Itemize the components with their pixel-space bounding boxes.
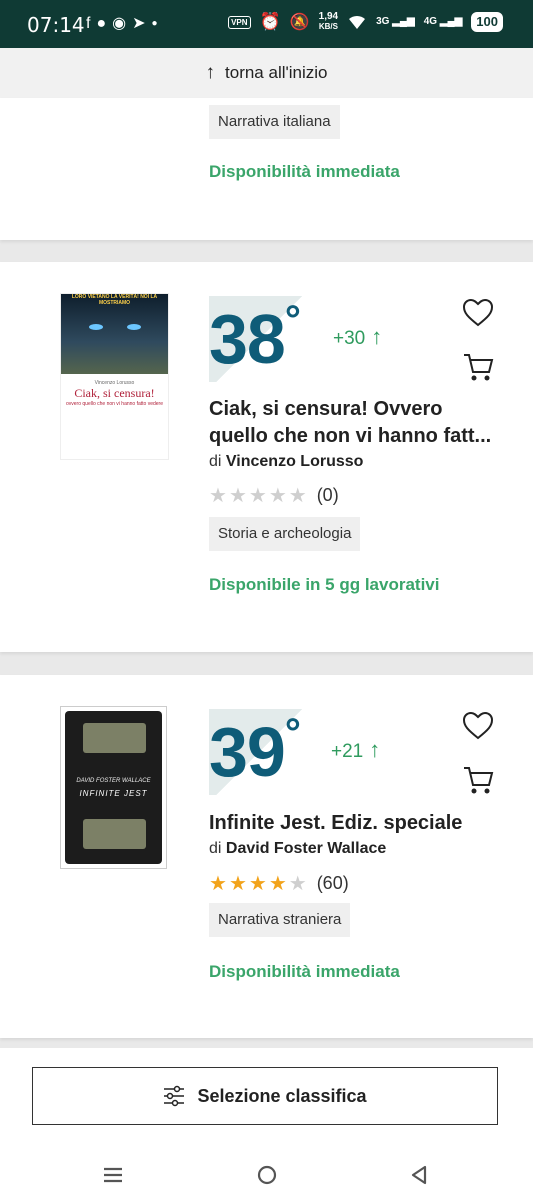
- back-icon[interactable]: [399, 1160, 439, 1190]
- rank-value: 38: [209, 300, 286, 378]
- rank-change: +21 ↑: [331, 737, 380, 763]
- system-nav-bar: [0, 1150, 533, 1200]
- ranking-selection-label: Selezione classifica: [197, 1085, 367, 1106]
- category-tag[interactable]: Storia e archeologia: [209, 517, 361, 551]
- arrow-up-icon: ↑: [369, 737, 381, 762]
- category-tag[interactable]: Narrativa straniera: [209, 903, 351, 937]
- telegram-icon: ➤: [132, 15, 146, 32]
- rank-number: 39°: [209, 709, 301, 795]
- back-to-top-button[interactable]: ↑ torna all'inizio: [0, 48, 533, 99]
- cover-eyes: [127, 324, 141, 330]
- cover-title: Ciak, si censura!: [74, 386, 155, 400]
- category-tag[interactable]: Narrativa italiana: [209, 105, 340, 139]
- rank-change-value: +21: [331, 741, 364, 762]
- author-prefix: di: [209, 840, 222, 857]
- rank-number: 38°: [209, 296, 301, 382]
- signal-4g: 4G ▂▄▆: [423, 16, 463, 27]
- author-name: Vincenzo Lorusso: [225, 453, 364, 470]
- book-cover[interactable]: DAVID FOSTER WALLACE INFINITE JEST: [60, 706, 167, 869]
- cover-author: DAVID FOSTER WALLACE: [76, 778, 151, 784]
- author-prefix: di: [209, 453, 222, 470]
- messenger-chat-icon: ●: [96, 15, 107, 32]
- star-icon: ★: [268, 872, 287, 895]
- cover-eyes: [89, 324, 103, 330]
- availability-label: Disponibile in 5 gg lavorativi: [209, 575, 440, 594]
- ranking-selection-button[interactable]: Selezione classifica: [32, 1067, 498, 1125]
- mute-icon: 🔕: [289, 14, 310, 31]
- arrow-up-icon: ↑: [205, 62, 216, 83]
- signal-3g: 3G ▂▄▆: [376, 16, 415, 27]
- book-title[interactable]: Infinite Jest. Ediz. speciale: [209, 810, 509, 837]
- review-count: (60): [316, 873, 349, 893]
- wifi-icon: [349, 15, 366, 29]
- vpn-icon: VPN: [228, 15, 251, 29]
- messenger-icon: ◉: [112, 15, 127, 32]
- star-icon: ★: [248, 484, 267, 507]
- rank-change: +30 ↑: [333, 324, 382, 350]
- heart-icon[interactable]: [461, 709, 495, 743]
- star-icon: ★: [209, 484, 227, 507]
- degree-symbol: °: [284, 298, 301, 342]
- cover-tagline: LORO VIETANO LA VERITÀ! NOI LA MOSTRIAMO: [71, 294, 158, 306]
- star-icon: ★: [228, 872, 247, 895]
- book-cover[interactable]: LORO VIETANO LA VERITÀ! NOI LA MOSTRIAMO…: [60, 293, 169, 460]
- book-author[interactable]: di David Foster Wallace: [209, 840, 386, 858]
- status-bar: 07:14 f ● ◉ ➤ ● VPN ⏰ 🔕 1,94 KB/S 3G ▂▄▆…: [0, 0, 533, 48]
- star-icon: ★: [248, 872, 267, 895]
- facebook-icon: f: [86, 15, 91, 32]
- review-count: (0): [316, 485, 339, 505]
- rating: ★ ★ ★ ★ ★ (60): [209, 873, 349, 894]
- book-card: LORO VIETANO LA VERITÀ! NOI LA MOSTRIAMO…: [0, 262, 533, 652]
- signal-3g-label: 3G: [376, 16, 390, 27]
- star-icon: ★: [268, 484, 287, 507]
- battery-indicator: 100: [471, 12, 503, 32]
- availability-label: Disponibilità immediata: [209, 162, 400, 181]
- rank-change-value: +30: [333, 328, 366, 349]
- net-speed-value: 1,94: [318, 11, 339, 22]
- dot-icon: ●: [151, 18, 158, 29]
- rating: ★ ★ ★ ★ ★ (0): [209, 485, 339, 506]
- degree-symbol: °: [284, 711, 301, 755]
- back-to-top-label: torna all'inizio: [225, 63, 328, 82]
- arrow-up-icon: ↑: [371, 324, 383, 349]
- home-icon[interactable]: [247, 1160, 287, 1190]
- net-speed-unit: KB/S: [318, 22, 338, 31]
- star-icon: ★: [209, 872, 227, 895]
- book-title[interactable]: Ciak, si censura! Ovvero quello che non …: [209, 396, 499, 450]
- author-name: David Foster Wallace: [225, 840, 387, 857]
- cover-subtitle: ovvero quello che non vi hanno fatto ved…: [65, 401, 163, 407]
- signal-4g-label: 4G: [423, 16, 438, 27]
- star-icon: ★: [228, 484, 247, 507]
- filter-sliders-icon: [164, 1085, 185, 1107]
- clock: 07:14: [27, 13, 85, 37]
- availability-label: Disponibilità immediata: [209, 962, 400, 981]
- book-card: Narrativa italiana Disponibilità immedia…: [0, 98, 533, 240]
- rank-value: 39: [209, 713, 286, 791]
- heart-icon[interactable]: [461, 296, 495, 330]
- net-speed: 1,94 KB/S: [319, 12, 338, 32]
- alarm-icon: ⏰: [259, 12, 281, 31]
- book-card: DAVID FOSTER WALLACE INFINITE JEST 39° +…: [0, 675, 533, 1038]
- cassette-window: [83, 723, 146, 753]
- star-icon: ★: [288, 872, 307, 895]
- cover-title: INFINITE JEST: [79, 789, 148, 798]
- recent-apps-icon[interactable]: [93, 1160, 133, 1190]
- star-icon: ★: [288, 484, 307, 507]
- cart-icon[interactable]: [461, 763, 495, 797]
- cassette-window: [83, 819, 146, 849]
- cart-icon[interactable]: [461, 350, 495, 384]
- book-author[interactable]: di Vincenzo Lorusso: [209, 453, 363, 471]
